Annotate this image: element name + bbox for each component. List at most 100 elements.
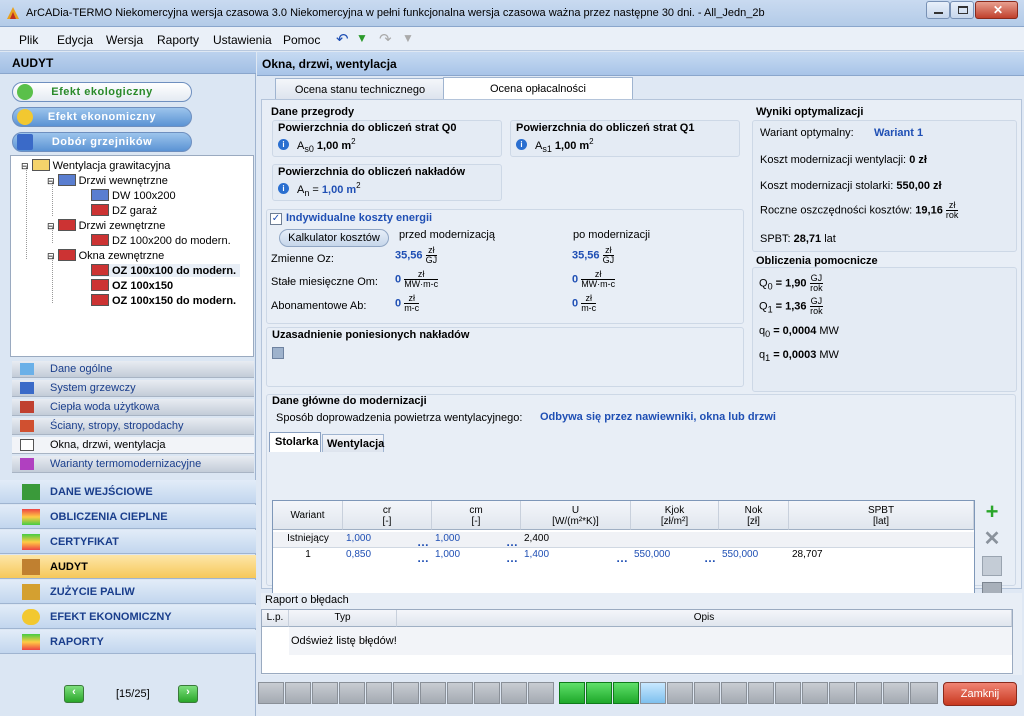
dobor-grzejnikow-button[interactable]: Dobór grzejników — [12, 132, 192, 152]
abonament-after[interactable]: 0 zł m-c — [572, 294, 597, 313]
tree-item-oz-100x100[interactable]: OZ 100x100 do modern. — [91, 264, 241, 277]
table-row[interactable]: 1 0,850 … 1,000 … 1,400 … 550,000 … 550,… — [273, 548, 974, 564]
subtab-wentylacja[interactable]: Wentylacja — [322, 434, 384, 452]
arrow-down-icon[interactable]: ▼ — [356, 31, 368, 45]
tree-item-oz-100x150-mod[interactable]: OZ 100x150 do modern. — [91, 294, 236, 307]
q1-subscript: s1 — [542, 144, 552, 154]
redo-icon[interactable]: ↷ — [379, 30, 392, 48]
section-dane-przegrody: Dane przegrody — [271, 106, 355, 118]
fuel-icon — [22, 584, 40, 600]
stale-after[interactable]: 0 zł MW·m-c — [572, 270, 616, 289]
cell-cr[interactable]: 0,850 — [346, 548, 371, 563]
nav-ciepla-woda[interactable]: Ciepła woda użytkowa — [12, 399, 254, 416]
efekt-ekologiczny-button[interactable]: Efekt ekologiczny — [12, 82, 192, 102]
progress-segment — [501, 682, 527, 704]
big-certyfikat[interactable]: CERTYFIKAT — [0, 530, 256, 554]
ellipsis-icon[interactable]: … — [704, 552, 716, 564]
ellipsis-icon[interactable]: … — [417, 552, 429, 564]
delete-row-icon[interactable]: ✕ — [982, 529, 1002, 549]
minimize-button[interactable] — [926, 1, 950, 19]
notes-icon[interactable] — [272, 347, 284, 359]
nav-system-grzewczy[interactable]: System grzewczy — [12, 380, 254, 397]
nav-okna-drzwi[interactable]: Okna, drzwi, wentylacja — [12, 437, 254, 454]
info-icon[interactable]: i — [278, 139, 289, 150]
menu-raporty[interactable]: Raporty — [157, 33, 199, 47]
tree-item-dz-100x200[interactable]: DZ 100x200 do modern. — [91, 234, 231, 247]
nav-warianty[interactable]: Warianty termomodernizacyjne — [12, 456, 254, 473]
cost-calculator-button[interactable]: Kalkulator kosztów — [279, 229, 389, 247]
cell-cm[interactable]: 1,000 — [435, 548, 460, 563]
tree-item-okna-zewnetrzne[interactable]: ⊟ Okna zewnętrzne — [47, 249, 164, 262]
tree-item-oz-100x150[interactable]: OZ 100x150 — [91, 279, 173, 292]
value: 28,71 — [793, 233, 822, 245]
copy-icon[interactable] — [982, 556, 1002, 576]
info-icon[interactable]: i — [278, 183, 289, 194]
tree-item-drzwi-wewnetrzne[interactable]: ⊟ Drzwi wewnętrzne — [47, 174, 168, 187]
individual-costs-checkbox[interactable]: ✓ — [270, 213, 282, 225]
window-icon — [91, 189, 109, 201]
ventilation-method-value[interactable]: Odbywa się przez nawiewniki, okna lub dr… — [540, 411, 776, 423]
zmienne-before[interactable]: 35,56 zł GJ — [395, 246, 438, 265]
progress-segment — [910, 682, 938, 704]
cell-kjok[interactable]: 550,000 — [634, 548, 670, 563]
refresh-errors-message[interactable]: Odśwież listę błędów! — [289, 627, 1012, 655]
menu-ustawienia[interactable]: Ustawienia — [213, 33, 272, 47]
cell-u[interactable]: 1,400 — [524, 548, 549, 563]
error-table: L.p. Typ Opis Odśwież listę błędów! — [261, 609, 1013, 674]
document-icon[interactable] — [640, 682, 666, 704]
tree-item-drzwi-zewnetrzne[interactable]: ⊟ Drzwi zewnętrzne — [47, 219, 165, 232]
nav-sciany[interactable]: Ściany, stropy, stropodachy — [12, 418, 254, 435]
results-panel: Wariant optymalny: Wariant 1 Koszt moder… — [752, 120, 1017, 252]
ellipsis-icon[interactable]: … — [417, 536, 429, 548]
prev-page-button[interactable]: ‹ — [64, 685, 84, 703]
menu-wersja[interactable]: Wersja — [106, 33, 143, 47]
menu-pomoc[interactable]: Pomoc — [283, 33, 320, 47]
title-bar: ArCADia-TERMO Niekomercyjna wersja czaso… — [0, 0, 1024, 27]
next-page-button[interactable]: › — [178, 685, 198, 703]
cell-cr[interactable]: 1,000 — [346, 532, 371, 547]
col-header-cr: cr [-] — [343, 501, 432, 530]
abonament-before[interactable]: 0 zł m-c — [395, 294, 420, 313]
table-row[interactable]: Istniejący 1,000 … 1,000 … 2,400 — [273, 532, 974, 548]
tab-ocena-oplacalnosci[interactable]: Ocena opłacalności — [443, 77, 633, 100]
cell-cm[interactable]: 1,000 — [435, 532, 460, 547]
menu-plik[interactable]: Plik — [19, 33, 38, 47]
ellipsis-icon[interactable]: … — [616, 552, 628, 564]
qn-value[interactable]: 1,00 m — [322, 184, 356, 196]
big-zuzycie-paliw[interactable]: ZUŻYCIE PALIW — [0, 580, 256, 604]
big-raporty[interactable]: RAPORTY — [0, 630, 256, 654]
progress-segment — [285, 682, 311, 704]
zmienne-after[interactable]: 35,56 zł GJ — [572, 246, 615, 265]
efekt-ekonomiczny-button[interactable]: Efekt ekonomiczny — [12, 107, 192, 127]
close-button[interactable]: Zamknij — [943, 682, 1017, 706]
window-close-button[interactable]: ✕ — [975, 1, 1018, 19]
add-row-icon[interactable]: + — [982, 501, 1002, 523]
justification-panel: Uzasadnienie poniesionych nakładów — [266, 327, 744, 387]
pill-label: Dobór grzejników — [51, 136, 153, 148]
value: 35,56 — [395, 249, 423, 262]
chevron-left-icon: ‹ — [72, 686, 76, 698]
undo-icon[interactable]: ↶ — [336, 30, 349, 48]
tree-item-dz-garaz[interactable]: DZ garaż — [91, 204, 157, 217]
tree-item-wentylacja[interactable]: ⊟ Wentylacja grawitacyjna — [21, 159, 170, 172]
ellipsis-icon[interactable]: … — [506, 536, 518, 548]
stale-label: Stałe miesięczne Om: — [271, 276, 378, 288]
menu-edycja[interactable]: Edycja — [57, 33, 93, 47]
info-icon[interactable]: i — [516, 139, 527, 150]
subtab-stolarka[interactable]: Stolarka — [269, 432, 321, 452]
big-dane-wejsciowe[interactable]: DANE WEJŚCIOWE — [0, 480, 256, 504]
big-efekt-ekonomiczny[interactable]: EFEKT EKONOMICZNY — [0, 605, 256, 629]
big-audyt[interactable]: AUDYT — [0, 555, 256, 579]
nav-dane-ogolne[interactable]: Dane ogólne — [12, 361, 254, 378]
report-icon — [22, 634, 40, 650]
qn-equals: = — [312, 184, 319, 196]
cell-nok[interactable]: 550,000 — [722, 548, 758, 563]
header-text: cm — [469, 505, 483, 516]
big-obliczenia-cieplne[interactable]: OBLICZENIA CIEPLNE — [0, 505, 256, 529]
tab-ocena-stanu[interactable]: Ocena stanu technicznego — [275, 78, 445, 99]
tree-item-dw-100x200[interactable]: DW 100x200 — [91, 189, 176, 202]
door-group-icon — [57, 219, 76, 231]
stale-before[interactable]: 0 zł MW·m-c — [395, 270, 439, 289]
ellipsis-icon[interactable]: … — [506, 552, 518, 564]
maximize-button[interactable] — [950, 1, 974, 19]
